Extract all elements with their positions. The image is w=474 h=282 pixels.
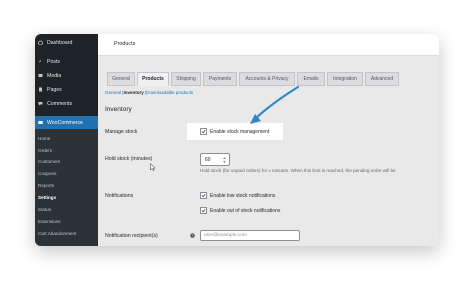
subnav-general[interactable]: General — [105, 90, 121, 95]
out-of-stock-checkbox[interactable] — [200, 207, 207, 214]
svg-text:?: ? — [192, 234, 194, 238]
tab-payments[interactable]: Payments — [203, 72, 237, 86]
tab-products[interactable]: Products — [137, 72, 169, 86]
admin-sidebar: Dashboard Posts Media Pages Comments Woo… — [35, 34, 98, 246]
submenu-item-extensions[interactable]: Extensions — [38, 219, 60, 224]
checkmark-icon — [201, 130, 206, 134]
manage-stock-option[interactable]: Enable stock management — [200, 128, 269, 135]
sidebar-item-label: Pages — [47, 86, 62, 93]
manage-stock-checkbox[interactable] — [200, 128, 207, 135]
dashboard-icon — [38, 40, 43, 45]
sidebar-item-woocommerce[interactable]: WooCommerce — [35, 116, 98, 129]
out-of-stock-label: Enable out of stock notifications — [210, 207, 281, 214]
tab-shipping[interactable]: Shipping — [171, 72, 201, 86]
woocommerce-submenu: Home Orders Customers Coupons Reports Se… — [35, 129, 98, 246]
recipient-email-input[interactable]: user@example.com — [200, 230, 300, 241]
sidebar-item-label: Posts — [47, 58, 60, 65]
notifications-label: Notifications — [105, 193, 134, 199]
browser-window: Dashboard Posts Media Pages Comments Woo… — [35, 34, 439, 246]
manage-stock-checkbox-label: Enable stock management — [210, 128, 270, 135]
subnav-downloadable[interactable]: Downloadable products — [146, 90, 193, 95]
out-of-stock-option[interactable]: Enable out of stock notifications — [200, 207, 280, 214]
submenu-item-customers[interactable]: Customers — [38, 159, 60, 164]
tab-general[interactable]: General — [107, 72, 135, 86]
sidebar-item-label: Media — [47, 72, 62, 79]
sidebar-item-label: Dashboard — [47, 39, 73, 46]
subnav-inventory[interactable]: Inventory — [123, 90, 143, 95]
hold-stock-label: Hold stock (minutes) — [105, 156, 153, 162]
page-title: Products — [114, 41, 136, 47]
pages-icon — [38, 87, 43, 92]
checkmark-icon — [201, 194, 206, 198]
section-subnav: General |Inventory |Downloadable product… — [105, 90, 193, 95]
recipient-label: Notification recipient(s) — [105, 233, 158, 239]
low-stock-checkbox[interactable] — [200, 192, 207, 199]
low-stock-label: Enable low stock notifications — [210, 192, 276, 199]
checkmark-icon — [201, 209, 206, 213]
mouse-cursor-icon — [150, 163, 156, 171]
woocommerce-icon — [38, 120, 43, 125]
submenu-item-coupons[interactable]: Coupons — [38, 171, 56, 176]
hold-stock-value: 60 — [205, 156, 211, 163]
tab-accounts-privacy[interactable]: Accounts & Privacy — [239, 72, 295, 86]
hold-stock-description: Hold stock (for unpaid orders) for x min… — [200, 168, 396, 173]
sidebar-item-label: Comments — [47, 100, 73, 107]
section-title: Inventory — [105, 106, 132, 113]
sidebar-item-label: WooCommerce — [47, 119, 83, 126]
submenu-item-reports[interactable]: Reports — [38, 183, 54, 188]
tab-emails[interactable]: Emails — [297, 72, 325, 86]
submenu-item-orders[interactable]: Orders — [38, 148, 52, 153]
manage-stock-label: Manage stock — [105, 129, 138, 135]
low-stock-option[interactable]: Enable low stock notifications — [200, 192, 275, 199]
tab-integration[interactable]: Integration — [327, 72, 363, 86]
submenu-item-settings[interactable]: Settings — [38, 195, 56, 200]
media-icon — [38, 73, 43, 78]
hold-stock-input[interactable]: 60 — [200, 153, 230, 166]
tab-advanced[interactable]: Advanced — [365, 72, 399, 86]
pin-icon — [38, 59, 43, 64]
comment-icon — [38, 101, 43, 106]
sidebar-item-media[interactable]: Media — [35, 69, 98, 82]
submenu-item-home[interactable]: Home — [38, 136, 50, 141]
stepper-arrows-icon[interactable] — [222, 156, 227, 164]
sidebar-item-comments[interactable]: Comments — [35, 97, 98, 110]
help-icon[interactable]: ? — [190, 233, 195, 238]
submenu-item-cart-abandonment[interactable]: Cart Abandonment — [38, 231, 76, 236]
sidebar-item-pages[interactable]: Pages — [35, 83, 98, 96]
page-header: Products — [98, 34, 439, 56]
sidebar-item-dashboard[interactable]: Dashboard — [35, 36, 98, 49]
submenu-item-status[interactable]: Status — [38, 207, 51, 212]
sidebar-item-posts[interactable]: Posts — [35, 55, 98, 68]
recipient-email-value: user@example.com — [204, 233, 247, 238]
